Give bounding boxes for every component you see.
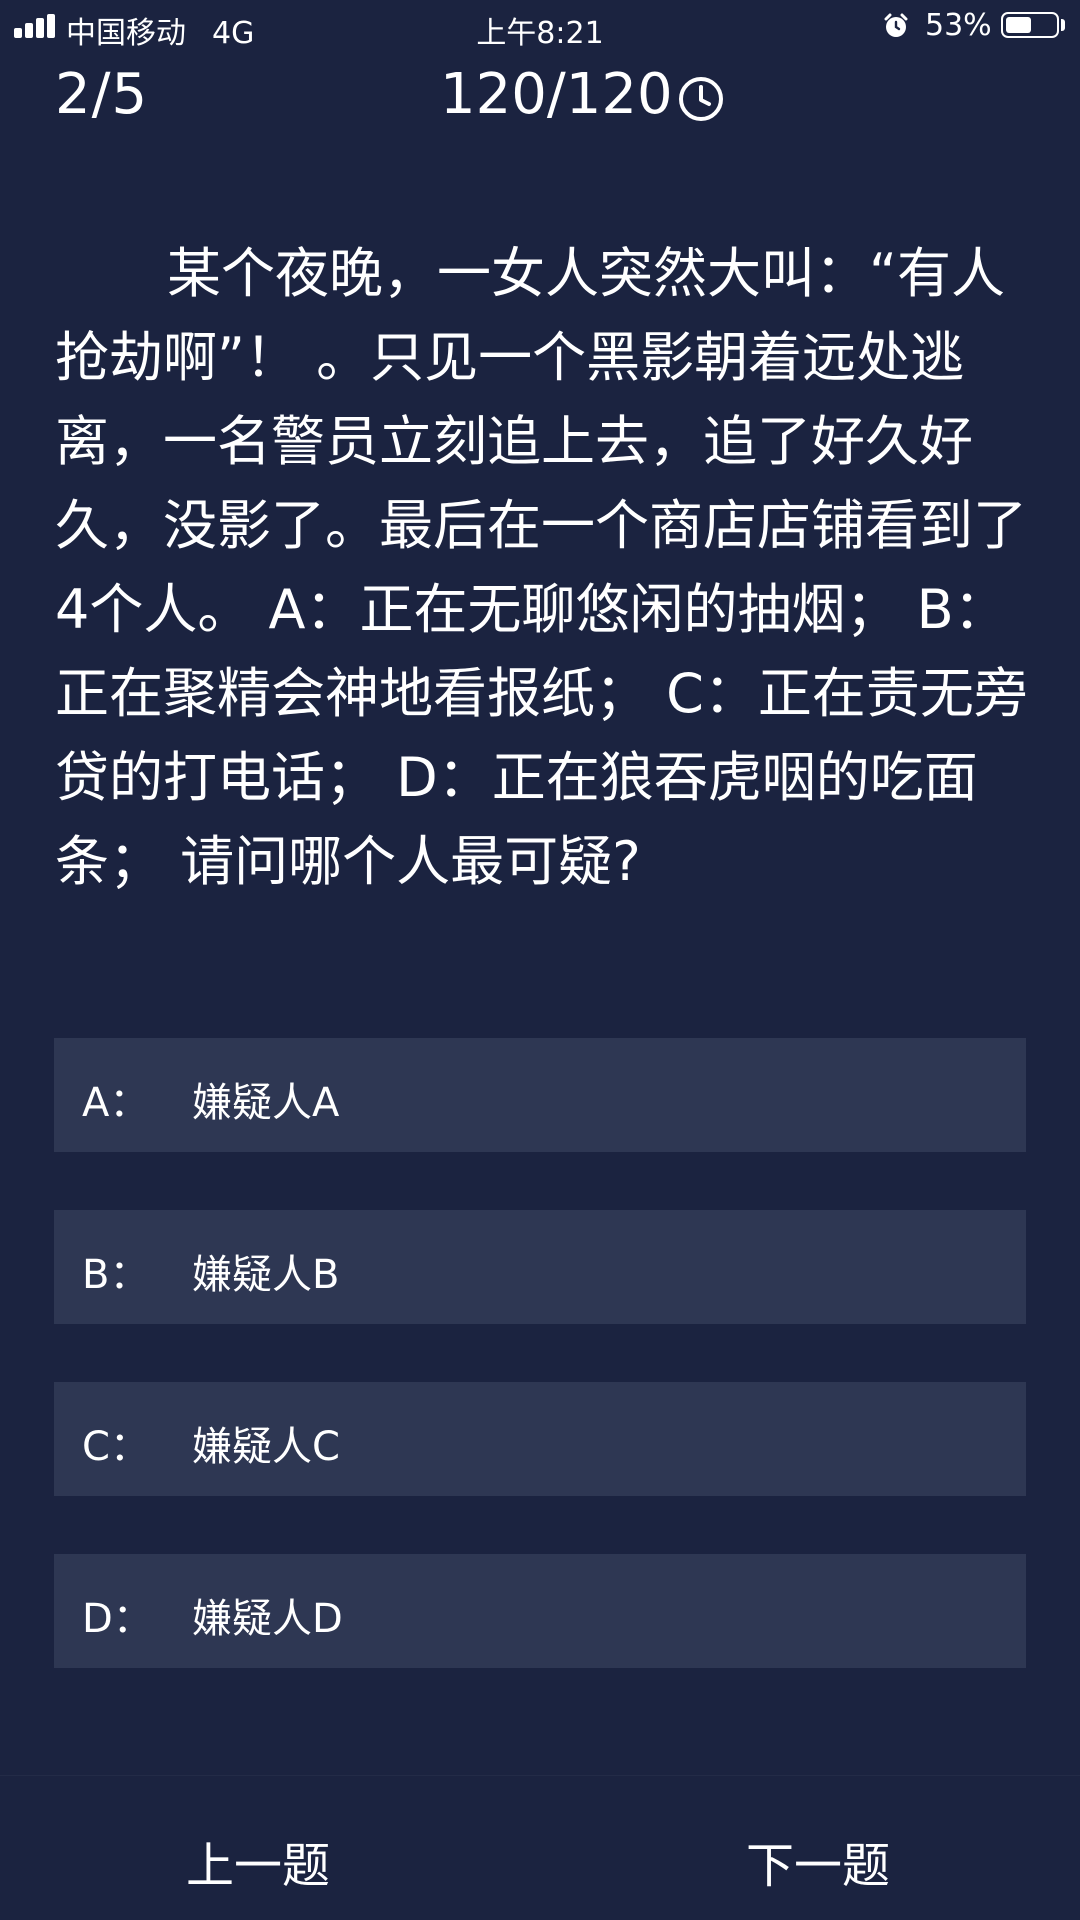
alarm-icon — [884, 13, 908, 37]
option-key: D： — [82, 1596, 153, 1642]
clock-icon — [679, 77, 723, 121]
option-text: 嫌疑人C — [192, 1424, 340, 1470]
option-text: 嫌疑人A — [192, 1080, 340, 1126]
option-c[interactable]: C： 嫌疑人C — [54, 1382, 1026, 1496]
battery-fill — [1006, 17, 1031, 33]
battery-tip — [1061, 19, 1065, 31]
option-d[interactable]: D： 嫌疑人D — [54, 1554, 1026, 1668]
prev-question-button[interactable]: 上一题 — [186, 1826, 330, 1896]
option-key: A： — [82, 1080, 150, 1126]
battery-percent: 53% — [925, 8, 992, 43]
option-b[interactable]: B： 嫌疑人B — [54, 1210, 1026, 1324]
question-progress: 2/5 — [55, 62, 149, 127]
option-a[interactable]: A： 嫌疑人A — [54, 1038, 1026, 1152]
battery-icon — [1001, 12, 1059, 38]
question-text: 某个夜晚，一女人突然大叫：“有人抢劫啊”！ 。只见一个黑影朝着远处逃离，一名警员… — [55, 242, 1028, 893]
option-text: 嫌疑人D — [192, 1596, 343, 1642]
option-key: B： — [82, 1252, 150, 1298]
quiz-screen: 中国移动 4G 上午8:21 53% 2/5 120/120 某个夜晚，一女人突然… — [0, 0, 1080, 1920]
next-question-button[interactable]: 下一题 — [746, 1826, 890, 1896]
status-time: 上午8:21 — [476, 16, 604, 51]
status-bar: 中国移动 4G 上午8:21 53% — [0, 0, 1080, 52]
countdown-timer: 120/120 — [440, 62, 673, 127]
bottom-nav: 上一题 下一题 — [0, 1775, 1080, 1920]
option-key: C： — [82, 1424, 150, 1470]
option-text: 嫌疑人B — [192, 1252, 340, 1298]
